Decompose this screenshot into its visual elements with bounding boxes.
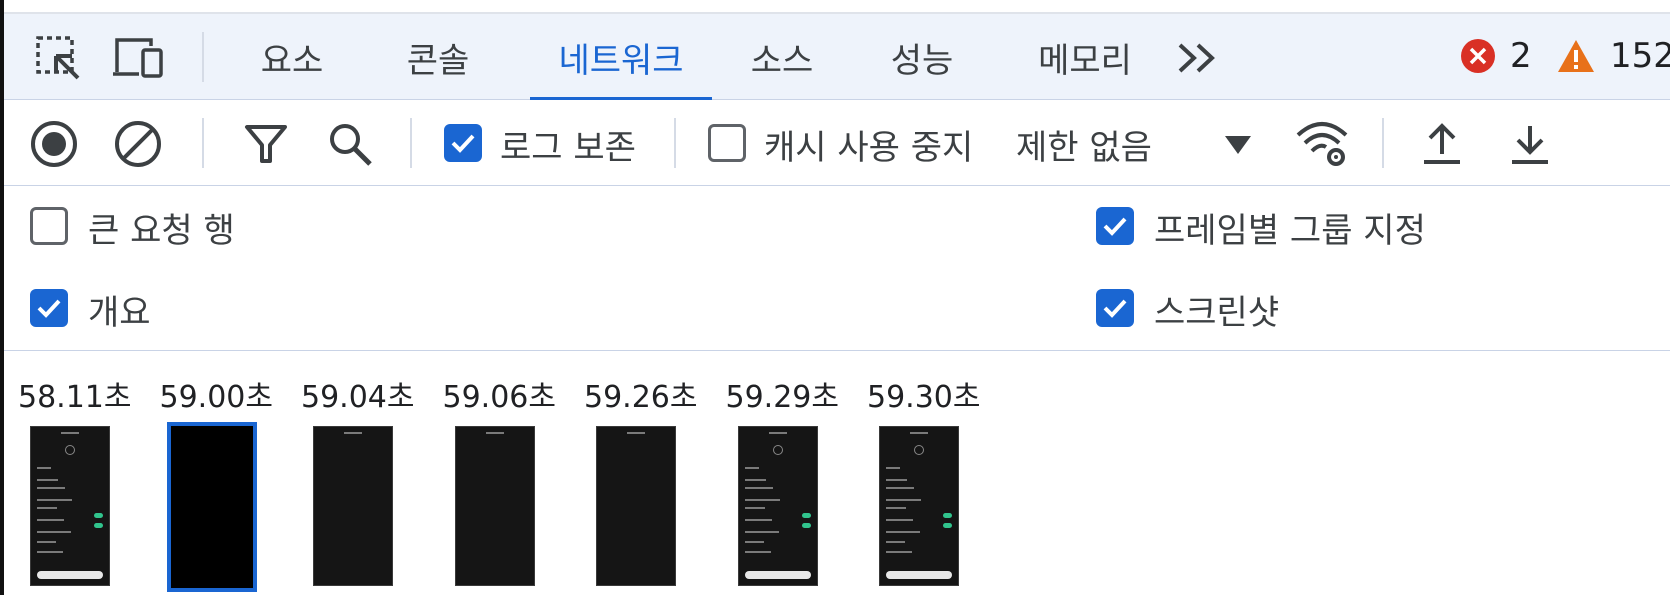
preserve-log-label[interactable]: 로그 보존 xyxy=(500,120,636,169)
screenshot-timestamp: 59.30초 xyxy=(867,380,981,415)
screenshot-thumbnail[interactable] xyxy=(596,426,676,586)
disable-cache-label[interactable]: 캐시 사용 중지 xyxy=(764,120,973,169)
tab-performance[interactable]: 성능 xyxy=(874,14,970,100)
tab-sources[interactable]: 소스 xyxy=(734,14,830,100)
screenshot-thumbnail[interactable] xyxy=(30,426,110,586)
tab-label: 요소 xyxy=(260,40,324,81)
group-by-frame-label[interactable]: 프레임별 그룹 지정 xyxy=(1154,203,1426,252)
export-har-icon[interactable] xyxy=(1502,116,1558,172)
divider xyxy=(674,118,676,168)
select-element-icon[interactable] xyxy=(30,32,86,84)
filter-icon[interactable] xyxy=(238,116,294,172)
error-icon xyxy=(1461,39,1495,73)
divider xyxy=(410,118,412,168)
throttling-select[interactable]: 제한 없음 xyxy=(1016,120,1152,169)
network-conditions-icon[interactable] xyxy=(1294,116,1350,172)
search-icon[interactable] xyxy=(322,116,378,172)
screenshots-label[interactable]: 스크린샷 xyxy=(1154,285,1279,334)
tab-label: 소스 xyxy=(750,40,814,81)
dropdown-arrow-icon[interactable] xyxy=(1210,116,1266,172)
warning-count-text: 152 xyxy=(1610,36,1670,76)
tab-console[interactable]: 콘솔 xyxy=(390,14,486,100)
large-rows-checkbox[interactable] xyxy=(30,207,68,245)
screenshot-timestamp: 59.00초 xyxy=(159,380,273,415)
device-toolbar-icon[interactable] xyxy=(110,32,166,84)
screenshots-checkbox[interactable] xyxy=(1096,289,1134,327)
overview-label[interactable]: 개요 xyxy=(88,285,151,334)
screenshot-filmstrip: 58.11초 59.00초 59.04초 59.06초 59.26초 59.29초 59.3… xyxy=(4,352,1670,595)
screenshot-thumbnail[interactable] xyxy=(737,426,818,586)
warning-count[interactable]: 152 xyxy=(1556,36,1670,76)
error-count-text: 2 xyxy=(1510,36,1532,76)
check-icon xyxy=(37,299,61,318)
check-icon xyxy=(451,134,475,153)
check-icon xyxy=(1103,299,1127,318)
warning-icon xyxy=(1558,40,1594,72)
group-by-frame-checkbox[interactable] xyxy=(1096,207,1134,245)
error-count[interactable]: 2 xyxy=(1460,36,1532,76)
divider xyxy=(202,118,204,168)
record-icon[interactable] xyxy=(26,116,82,172)
screenshot-timestamp: 59.06초 xyxy=(442,380,556,415)
disable-cache-checkbox[interactable] xyxy=(708,124,746,162)
tab-label: 메모리 xyxy=(1038,40,1132,81)
devtools-tab-bar: 요소 콘솔 네트워크 소스 성능 메모리 2 152 xyxy=(4,12,1670,101)
preserve-log-checkbox[interactable] xyxy=(444,124,482,162)
tab-elements[interactable]: 요소 xyxy=(244,14,340,100)
tab-label: 네트워크 xyxy=(558,40,684,81)
network-toolbar: 로그 보존 캐시 사용 중지 제한 없음 xyxy=(4,100,1670,186)
more-tabs-chevron-icon[interactable] xyxy=(1170,34,1226,82)
screenshot-thumbnail[interactable] xyxy=(313,426,393,586)
screenshot-timestamp: 59.04초 xyxy=(301,380,415,415)
screenshot-timestamp: 59.26초 xyxy=(584,380,698,415)
tab-label: 성능 xyxy=(890,40,954,81)
screenshot-thumbnail[interactable] xyxy=(879,426,959,586)
screenshot-timestamp: 59.29초 xyxy=(725,380,839,415)
network-settings-pane: 큰 요청 행 개요 프레임별 그룹 지정 스크린샷 xyxy=(4,187,1670,351)
divider xyxy=(1382,118,1384,168)
tab-label: 콘솔 xyxy=(406,40,470,81)
tab-network[interactable]: 네트워크 xyxy=(530,14,712,101)
check-icon xyxy=(1103,217,1127,236)
overview-checkbox[interactable] xyxy=(30,289,68,327)
large-rows-label[interactable]: 큰 요청 행 xyxy=(88,203,235,252)
divider xyxy=(202,32,204,82)
screenshot-thumbnail[interactable] xyxy=(454,426,535,586)
screenshot-timestamp: 58.11초 xyxy=(18,380,132,415)
clear-icon[interactable] xyxy=(110,116,166,172)
tab-memory[interactable]: 메모리 xyxy=(1016,14,1154,100)
screenshot-thumbnail[interactable] xyxy=(166,422,257,592)
import-har-icon[interactable] xyxy=(1414,116,1470,172)
